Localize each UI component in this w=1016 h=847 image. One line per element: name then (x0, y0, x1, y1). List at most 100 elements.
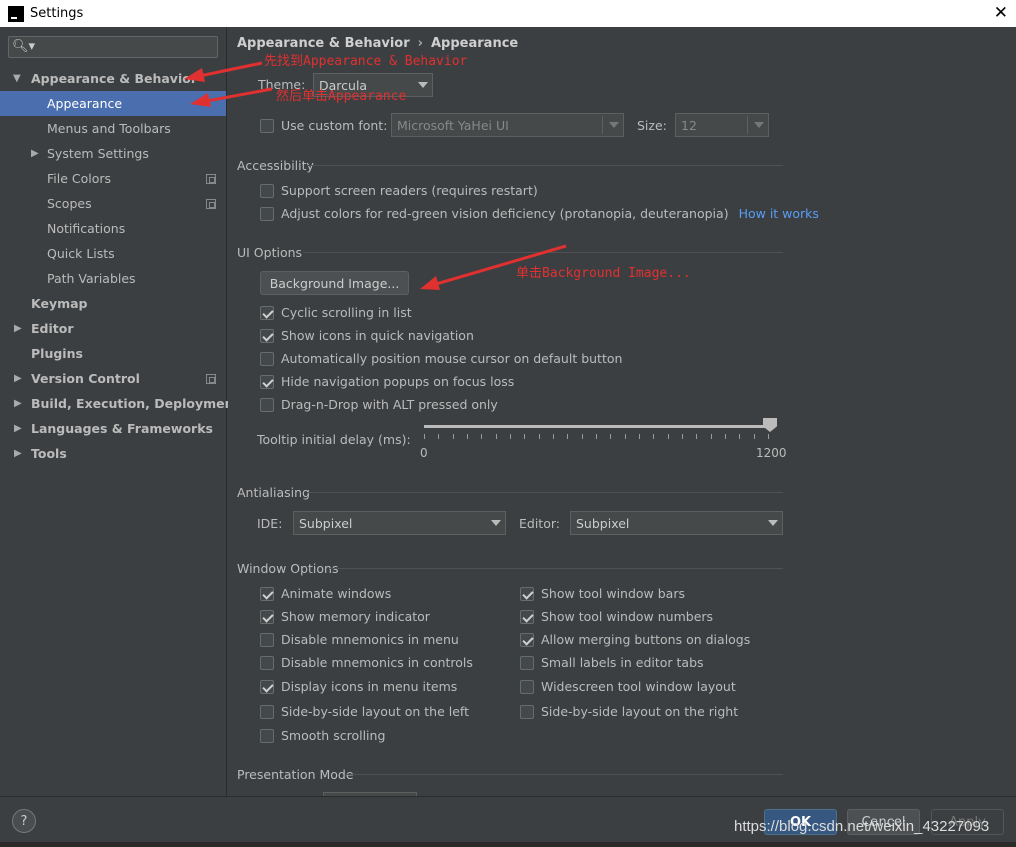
font-size-select[interactable]: 12 (675, 113, 769, 137)
slider-tick (624, 434, 626, 439)
checkbox-box[interactable] (260, 305, 274, 320)
checkbox-box[interactable] (260, 728, 274, 743)
checkbox-box[interactable] (260, 206, 274, 221)
checkbox-box[interactable] (520, 704, 534, 719)
show-icons-checkbox[interactable]: Show icons in quick navigation (260, 328, 474, 343)
sidebar-item-keymap[interactable]: Keymap (0, 291, 226, 316)
cyclic-scrolling-checkbox[interactable]: Cyclic scrolling in list (260, 305, 412, 320)
ide-antialiasing-select[interactable]: Subpixel (293, 511, 506, 535)
search-input[interactable]: 🔍︎▾ (8, 36, 218, 58)
background-image-button[interactable]: Background Image... (260, 271, 409, 295)
checkbox-box[interactable] (260, 632, 274, 647)
checkbox-box[interactable] (520, 655, 534, 670)
chevron-right-icon[interactable]: ▶ (14, 423, 22, 434)
checkbox-label: Widescreen tool window layout (541, 679, 736, 694)
memory-indicator-checkbox[interactable]: Show memory indicator (260, 609, 430, 624)
slider-tick (696, 434, 698, 439)
chevron-down-icon[interactable]: ▼ (13, 73, 21, 84)
sidebar-item-menus-toolbars[interactable]: Menus and Toolbars (0, 116, 226, 141)
tool-window-numbers-checkbox[interactable]: Show tool window numbers (520, 609, 713, 624)
checkbox-box[interactable] (260, 586, 274, 601)
checkbox-box[interactable] (520, 679, 534, 694)
how-it-works-link[interactable]: How it works (739, 206, 819, 221)
slider-tick (424, 434, 425, 439)
window-title: Settings (30, 6, 84, 21)
chevron-right-icon[interactable]: ▶ (31, 148, 39, 159)
checkbox-box[interactable] (260, 374, 274, 389)
checkbox-label: Side-by-side layout on the left (281, 704, 470, 719)
chevron-right-icon[interactable]: ▶ (14, 323, 22, 334)
sidebar-item-plugins[interactable]: Plugins (0, 341, 226, 366)
sidebar-item-appearance-behavior[interactable]: ▼ Appearance & Behavior (0, 66, 226, 91)
annotation-click-background-image: 单击Background Image... (516, 266, 691, 281)
accessibility-section-title: Accessibility (237, 158, 314, 173)
sidebar-item-file-colors[interactable]: File Colors (0, 166, 226, 191)
sidebar-item-label: Editor (31, 321, 74, 336)
checkbox-label: Show memory indicator (281, 609, 430, 624)
screen-readers-checkbox[interactable]: Support screen readers (requires restart… (260, 183, 538, 198)
checkbox-box[interactable] (260, 351, 274, 366)
chevron-right-icon[interactable]: ▶ (14, 373, 22, 384)
checkbox-box[interactable] (520, 632, 534, 647)
checkbox-box[interactable] (520, 609, 534, 624)
breadcrumb-parent: Appearance & Behavior (237, 36, 410, 51)
animate-windows-checkbox[interactable]: Animate windows (260, 586, 391, 601)
sidebar-item-system-settings[interactable]: ▶ System Settings (0, 141, 226, 166)
checkbox-box[interactable] (260, 609, 274, 624)
disable-mnemonics-controls-checkbox[interactable]: Disable mnemonics in controls (260, 655, 473, 670)
checkbox-box[interactable] (260, 704, 274, 719)
tooltip-delay-slider[interactable] (424, 425, 768, 428)
sidebar-item-tools[interactable]: ▶ Tools (0, 441, 226, 466)
sidebar-item-version-control[interactable]: ▶ Version Control (0, 366, 226, 391)
sidebar-item-notifications[interactable]: Notifications (0, 216, 226, 241)
smooth-scrolling-checkbox[interactable]: Smooth scrolling (260, 728, 385, 743)
drag-n-drop-checkbox[interactable]: Drag-n-Drop with ALT pressed only (260, 397, 498, 412)
checkbox-box[interactable] (260, 655, 274, 670)
sidebar-item-appearance[interactable]: Appearance (0, 91, 226, 116)
sidebar-item-languages-frameworks[interactable]: ▶ Languages & Frameworks (0, 416, 226, 441)
auto-mouse-checkbox[interactable]: Automatically position mouse cursor on d… (260, 351, 622, 366)
sidebar-item-editor[interactable]: ▶ Editor (0, 316, 226, 341)
small-labels-checkbox[interactable]: Small labels in editor tabs (520, 655, 704, 670)
checkbox-box[interactable] (520, 586, 534, 601)
chevron-right-icon[interactable]: ▶ (14, 448, 22, 459)
close-icon[interactable]: ✕ (994, 3, 1008, 23)
help-button[interactable]: ? (12, 809, 36, 833)
checkbox-box[interactable] (260, 183, 274, 198)
slider-tick (753, 434, 755, 439)
sidebar-item-scopes[interactable]: Scopes (0, 191, 226, 216)
tool-window-bars-checkbox[interactable]: Show tool window bars (520, 586, 685, 601)
sidebar-item-label: Languages & Frameworks (31, 421, 213, 436)
ide-antialiasing-value: Subpixel (299, 515, 353, 531)
window-options-section-title: Window Options (237, 561, 339, 576)
checkbox-box[interactable] (260, 328, 274, 343)
sidebar-item-label: Version Control (31, 371, 140, 386)
merging-buttons-checkbox[interactable]: Allow merging buttons on dialogs (520, 632, 750, 647)
display-icons-menu-checkbox[interactable]: Display icons in menu items (260, 679, 457, 694)
side-by-side-left-checkbox[interactable]: Side-by-side layout on the left (260, 704, 469, 719)
use-custom-font-checkbox[interactable]: Use custom font: (260, 118, 387, 133)
slider-tick (653, 434, 655, 439)
sidebar-item-path-variables[interactable]: Path Variables (0, 266, 226, 291)
slider-thumb[interactable] (763, 418, 777, 432)
color-adjust-checkbox[interactable]: Adjust colors for red-green vision defic… (260, 206, 819, 221)
editor-antialiasing-select[interactable]: Subpixel (570, 511, 783, 535)
checkbox-box[interactable] (260, 397, 274, 412)
checkbox-label: Show icons in quick navigation (281, 328, 474, 343)
checkbox-label: Side-by-side layout on the right (541, 704, 739, 719)
chevron-right-icon[interactable]: ▶ (14, 398, 22, 409)
sidebar-item-build-execution-deployment[interactable]: ▶ Build, Execution, Deployment (0, 391, 239, 416)
checkbox-box[interactable] (260, 679, 274, 694)
font-select[interactable]: Microsoft YaHei UI (391, 113, 624, 137)
side-by-side-right-checkbox[interactable]: Side-by-side layout on the right (520, 704, 738, 719)
section-divider (345, 774, 783, 775)
widescreen-layout-checkbox[interactable]: Widescreen tool window layout (520, 679, 736, 694)
disable-mnemonics-menu-checkbox[interactable]: Disable mnemonics in menu (260, 632, 459, 647)
sidebar-item-quick-lists[interactable]: Quick Lists (0, 241, 226, 266)
checkbox-label: Disable mnemonics in menu (281, 632, 459, 647)
hide-nav-popups-checkbox[interactable]: Hide navigation popups on focus loss (260, 374, 514, 389)
slider-tick (567, 434, 569, 439)
checkbox-box[interactable] (260, 118, 274, 133)
slider-tick (667, 434, 669, 439)
slider-tick (581, 434, 583, 439)
